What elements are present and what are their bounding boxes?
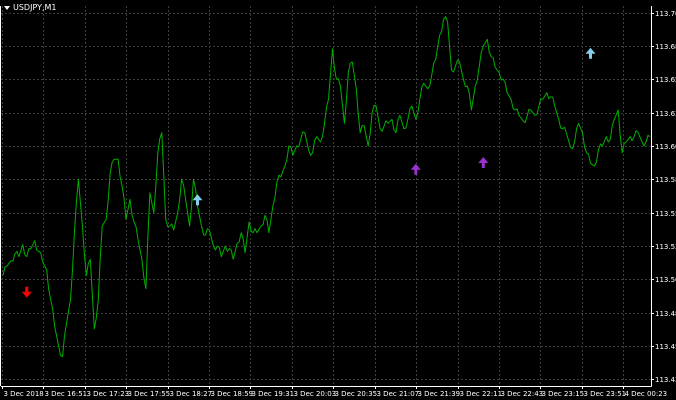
y-tick-label: 113.555 [655,210,676,218]
y-tick-label: 113.705 [655,10,676,18]
x-tick-label: 3 Dec 23:51 [584,390,627,398]
x-tick-label: 3 Dec 21:07 [377,390,420,398]
symbol-timeframe-label: USDJPY,M1 [13,3,57,12]
y-tick-label: 113.655 [655,76,676,84]
y-tick-label: 113.505 [655,276,676,284]
time-scale[interactable]: 3 Dec 2018 3 Dec 16:51 3 Dec 17:233 Dec 17… [4,390,668,398]
y-tick-label: 113.455 [655,343,676,351]
y-tick-label: 113.605 [655,143,676,151]
x-tick-label: 4 Dec 00:23 [625,390,668,398]
chart-background [0,0,676,400]
x-tick-label: 3 Dec 18:59 [211,390,254,398]
x-tick-label: 3 Dec 20:03 [294,390,337,398]
x-tick-label: 3 Dec 23:15 [542,390,585,398]
x-tick-label: 3 Dec 17:55 [128,390,171,398]
dropdown-triangle-icon[interactable] [4,6,10,10]
x-tick-label: 3 Dec 19:31 [252,390,295,398]
price-chart[interactable]: 113.705 113.680 113.655 113.630 113.605 113.5… [0,0,676,400]
x-tick-label: 3 Dec 17:23 [87,390,130,398]
chart-title[interactable]: USDJPY,M1 [2,2,57,14]
y-tick-label: 113.680 [655,43,676,51]
x-tick-label: 3 Dec 2018 [4,390,44,398]
x-tick-label: 3 Dec 22:11 [460,390,503,398]
x-tick-label: 3 Dec 21:39 [418,390,461,398]
x-tick-label: 3 Dec 22:43 [501,390,544,398]
y-tick-label: 113.580 [655,176,676,184]
x-tick-label: 3 Dec 18:27 [170,390,213,398]
x-tick-label: 3 Dec 20:35 [335,390,378,398]
x-tick-label: 3 Dec 16:51 [45,390,88,398]
y-tick-label: 113.480 [655,310,676,318]
y-tick-label: 113.530 [655,243,676,251]
y-tick-label: 113.430 [655,376,676,384]
y-tick-label: 113.630 [655,110,676,118]
